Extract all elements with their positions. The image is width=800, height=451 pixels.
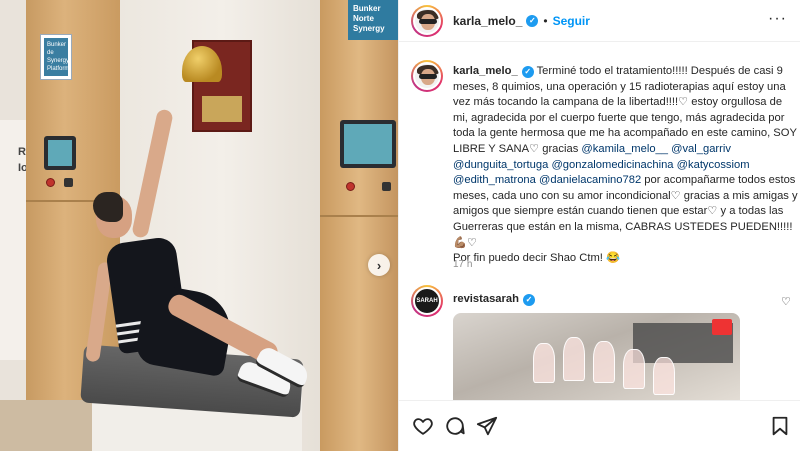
heart-emoji: ♡ bbox=[466, 236, 477, 249]
figure-hair bbox=[93, 192, 123, 222]
verified-icon: ✓ bbox=[526, 14, 539, 27]
laughing-emoji: 😂 bbox=[605, 252, 620, 265]
mention-link[interactable]: @dunguita_tortuga bbox=[453, 159, 548, 171]
avatar[interactable] bbox=[411, 4, 443, 37]
mention-link[interactable]: @katycossiom bbox=[677, 159, 750, 171]
avatar-sunglasses bbox=[419, 18, 437, 24]
header-username[interactable]: karla_melo_ bbox=[453, 14, 522, 28]
photo-black-button bbox=[64, 178, 73, 187]
mention-link[interactable]: @kamila_melo__ bbox=[581, 143, 668, 155]
photo-screen-left bbox=[44, 136, 76, 170]
follow-button[interactable]: Seguir bbox=[553, 14, 590, 28]
avatar-image bbox=[413, 6, 441, 35]
avatar[interactable] bbox=[411, 60, 443, 92]
verified-icon: ✓ bbox=[522, 293, 535, 306]
image-glass bbox=[623, 349, 645, 389]
heart-emoji: ♡ bbox=[529, 142, 540, 155]
comment-image[interactable] bbox=[453, 313, 740, 400]
photo-sign-left-text: Bunker de Synergy Platform bbox=[44, 38, 69, 76]
photo-red-button bbox=[46, 178, 55, 187]
comment-username[interactable]: revistasarah bbox=[453, 293, 519, 305]
comments-section[interactable]: karla_melo_ ✓ Terminé todo el tratamiento… bbox=[399, 42, 800, 400]
photo-screen-right bbox=[340, 120, 396, 168]
post-header: karla_melo_ ✓ • Seguir ··· bbox=[399, 0, 800, 42]
caption-segment: Por fin puedo decir Shao Ctm! bbox=[453, 252, 606, 265]
image-glass bbox=[563, 337, 585, 381]
image-badge bbox=[712, 319, 732, 335]
screen-display bbox=[344, 124, 392, 164]
cabinet-seam bbox=[320, 215, 398, 217]
comment-username-row: revistasarah ✓ bbox=[453, 293, 535, 306]
flexed-biceps-emoji: 💪🏽 bbox=[453, 236, 467, 249]
mention-link[interactable]: @val_garriv bbox=[671, 143, 731, 155]
avatar-logo: SARAH bbox=[413, 287, 441, 315]
mention-link[interactable]: @edith_matrona bbox=[453, 174, 536, 186]
avatar[interactable]: SARAH bbox=[411, 285, 443, 317]
photo-red-button bbox=[346, 182, 355, 191]
heart-emoji: ♡ bbox=[707, 205, 718, 218]
heart-emoji: ♡ bbox=[670, 189, 681, 202]
plaque-plate bbox=[202, 96, 242, 122]
caption-segment: gracias bbox=[539, 142, 582, 155]
comment-icon[interactable] bbox=[444, 415, 466, 437]
verified-icon: ✓ bbox=[521, 65, 534, 78]
post-photo[interactable]: Rad Ion Bunker de Synergy Platform Bunke… bbox=[0, 0, 398, 451]
bookmark-icon[interactable] bbox=[769, 415, 791, 437]
photo-cabinet-right bbox=[320, 0, 398, 451]
photo-black-button bbox=[382, 182, 391, 191]
caption-username[interactable]: karla_melo_ bbox=[453, 65, 518, 77]
image-glass bbox=[533, 343, 555, 383]
post-actions bbox=[399, 400, 800, 451]
next-image-button[interactable]: › bbox=[368, 254, 390, 276]
mention-link[interactable]: @gonzalomedicinachina bbox=[551, 159, 673, 171]
share-icon[interactable] bbox=[476, 415, 498, 437]
avatar-sunglasses bbox=[419, 74, 437, 79]
caption-text: karla_melo_ ✓ Terminé todo el tratamiento… bbox=[453, 64, 799, 267]
mention-link[interactable]: @danielacamino782 bbox=[539, 174, 641, 186]
photo-sign-right: Bunker Norte Synergy bbox=[348, 0, 398, 40]
photo-sign-left: Bunker de Synergy Platform bbox=[40, 34, 72, 80]
header-separator: • bbox=[543, 13, 548, 28]
post-timestamp[interactable]: 17 h bbox=[453, 259, 472, 270]
screen-display bbox=[48, 140, 72, 166]
image-glass bbox=[653, 357, 675, 395]
heart-emoji: ♡ bbox=[678, 96, 689, 109]
heart-icon[interactable] bbox=[412, 415, 434, 437]
more-options-icon[interactable]: ··· bbox=[768, 10, 787, 28]
comment-like-icon[interactable]: ♡ bbox=[781, 295, 791, 308]
image-glass bbox=[593, 341, 615, 383]
avatar-image bbox=[413, 62, 441, 90]
post-side-panel: karla_melo_ ✓ • Seguir ··· karla_melo_ ✓ … bbox=[398, 0, 800, 451]
